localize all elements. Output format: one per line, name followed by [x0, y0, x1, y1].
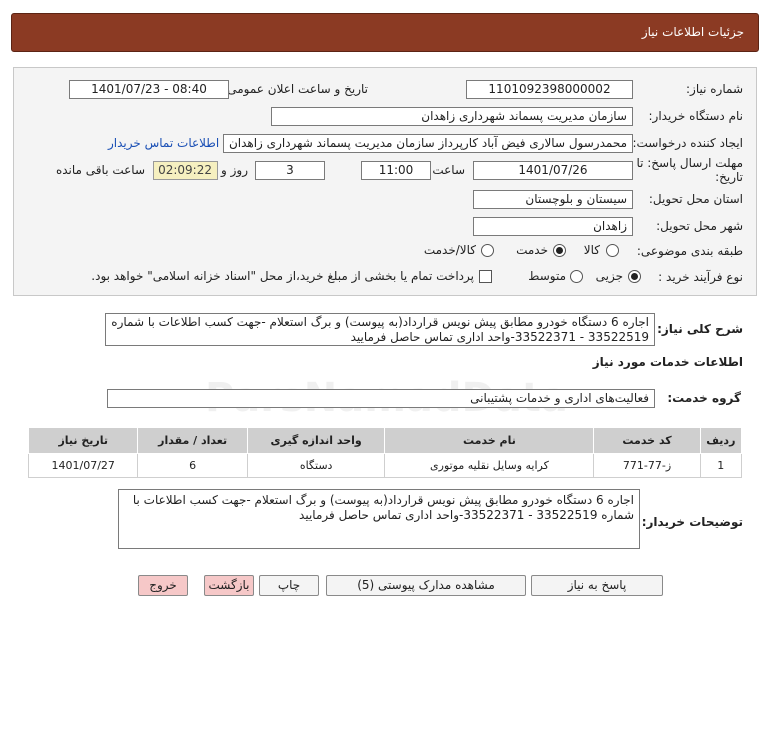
city-label: شهر محل تحویل: — [656, 219, 743, 233]
buyer-contact-link[interactable]: اطلاعات تماس خریدار — [108, 136, 219, 150]
page-title: جزئیات اطلاعات نیاز — [641, 25, 744, 39]
service-group-label: گروه خدمت: — [667, 391, 741, 405]
back-button[interactable]: بازگشت — [204, 575, 254, 596]
creator-label: ایجاد کننده درخواست: — [632, 136, 743, 150]
summary-label: شرح کلی نیاز: — [657, 322, 743, 336]
category-label: طبقه بندی موضوعی: — [636, 244, 743, 258]
days-remaining-field: 3 — [255, 161, 325, 180]
category-option-goods-service: کالا/خدمت — [423, 243, 476, 257]
deadline-label-line2: تاریخ: — [715, 170, 743, 184]
deadline-time-field: 11:00 — [361, 161, 431, 180]
process-option-minor: جزیی — [595, 269, 623, 283]
cell-service-code: ز-77-771 — [593, 453, 701, 478]
need-number-label: شماره نیاز: — [686, 82, 743, 96]
print-button[interactable]: چاپ — [259, 575, 319, 596]
cell-row-number: 1 — [699, 453, 743, 478]
remaining-time-label: ساعت باقی مانده — [55, 163, 145, 177]
process-option-medium: متوسط — [528, 269, 566, 283]
city-field: زاهدان — [473, 217, 633, 236]
category-radio-goods[interactable] — [606, 244, 619, 257]
cell-unit: دستگاه — [246, 453, 386, 478]
announce-datetime-field: 1401/07/23 - 08:40 — [69, 80, 229, 99]
page-header: جزئیات اطلاعات نیاز — [11, 13, 759, 52]
category-option-goods: کالا — [583, 243, 600, 257]
buyer-notes-label: توضیحات خریدار: — [641, 515, 743, 529]
process-label: نوع فرآیند خرید : — [658, 270, 743, 284]
col-header-service-name: نام خدمت — [384, 427, 595, 454]
treasury-checkbox[interactable] — [479, 270, 492, 283]
need-info-panel — [13, 67, 757, 296]
deadline-date-field: 1401/07/26 — [473, 161, 633, 180]
services-table: ردیف کد خدمت نام خدمت واحد اندازه گیری ت… — [27, 427, 743, 478]
reply-button[interactable]: پاسخ به نیاز — [531, 575, 663, 596]
process-radio-minor[interactable] — [628, 270, 641, 283]
category-radio-goods-service[interactable] — [481, 244, 494, 257]
col-header-unit: واحد اندازه گیری — [246, 427, 386, 454]
province-field: سیستان و بلوچستان — [473, 190, 633, 209]
province-label: استان محل تحویل: — [648, 192, 743, 206]
days-label: روز و — [221, 163, 248, 177]
remaining-time-field: 02:09:22 — [153, 161, 218, 180]
cell-service-name: کرایه وسایل نقلیه موتوری — [384, 453, 595, 478]
exit-button[interactable]: خروج — [138, 575, 188, 596]
category-radio-service[interactable] — [553, 244, 566, 257]
announce-datetime-label: تاریخ و ساعت اعلان عمومی: — [223, 82, 368, 96]
services-section-title: اطلاعات خدمات مورد نیاز — [592, 355, 743, 369]
service-group-field: فعالیت‌های اداری و خدمات پشتیبانی — [107, 389, 655, 408]
process-radio-medium[interactable] — [570, 270, 583, 283]
col-header-quantity: تعداد / مقدار — [137, 427, 248, 454]
col-header-need-date: تاریخ نیاز — [27, 427, 139, 454]
cell-quantity: 6 — [137, 453, 248, 478]
deadline-time-label: ساعت — [432, 163, 465, 177]
col-header-service-code: کد خدمت — [593, 427, 701, 454]
buyer-notes-text: اجاره 6 دستگاه خودرو مطابق پیش نویس قرار… — [118, 489, 640, 549]
table-row: 1 ز-77-771 کرایه وسایل نقلیه موتوری دستگ… — [27, 453, 743, 478]
need-number-field: 1101092398000002 — [466, 80, 633, 99]
table-header-row: ردیف کد خدمت نام خدمت واحد اندازه گیری ت… — [27, 427, 743, 454]
deadline-label-line1: مهلت ارسال پاسخ: تا — [636, 156, 743, 170]
category-option-service: خدمت — [516, 243, 548, 257]
creator-field: محمدرسول سالاری فیض آباد کارپرداز سازمان… — [223, 134, 633, 153]
treasury-note: پرداخت تمام یا بخشی از مبلغ خرید،از محل … — [91, 269, 474, 283]
cell-need-date: 1401/07/27 — [27, 453, 139, 478]
col-header-row-number: ردیف — [699, 427, 743, 454]
buyer-org-label: نام دستگاه خریدار: — [648, 109, 744, 123]
summary-text: اجاره 6 دستگاه خودرو مطابق پیش نویس قرار… — [105, 313, 655, 346]
buyer-org-field: سازمان مدیریت پسماند شهرداری زاهدان — [271, 107, 633, 126]
view-attachments-button[interactable]: مشاهده مدارک پیوستی (5) — [326, 575, 526, 596]
